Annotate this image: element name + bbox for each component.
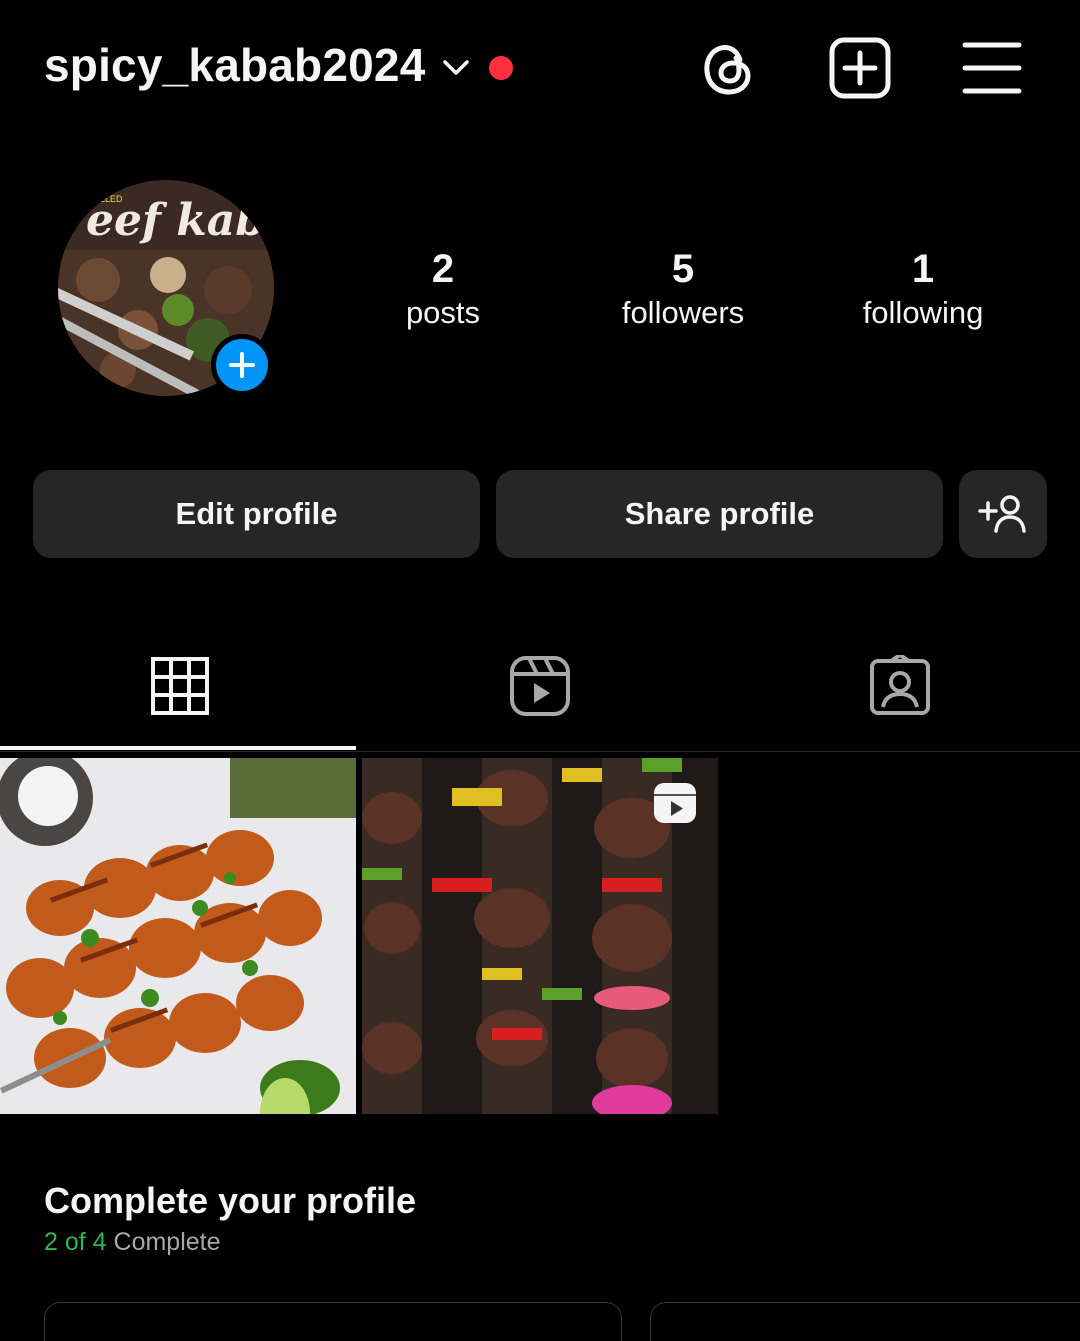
complete-profile-progress: 2 of 4 bbox=[44, 1228, 107, 1256]
menu-icon[interactable] bbox=[960, 36, 1024, 100]
reel-thumbnail[interactable] bbox=[362, 758, 718, 1114]
following-count: 1 bbox=[911, 247, 935, 291]
posts-label: posts bbox=[405, 295, 481, 330]
chicken-skewers-image bbox=[0, 758, 356, 1114]
avatar-badge-text: LLED bbox=[100, 194, 123, 204]
username[interactable]: spicy_kabab2024 bbox=[44, 38, 426, 92]
tab-posts-grid[interactable] bbox=[0, 630, 360, 752]
selected-tab-indicator bbox=[0, 746, 356, 750]
complete-profile-status: Complete bbox=[113, 1228, 221, 1256]
profile-task-card[interactable] bbox=[650, 1302, 1080, 1341]
tab-reels[interactable] bbox=[360, 630, 720, 752]
add-story-button[interactable] bbox=[211, 334, 273, 396]
following-label: following bbox=[862, 295, 984, 330]
followers-label: followers bbox=[621, 295, 745, 330]
share-profile-button[interactable]: Share profile bbox=[496, 470, 943, 558]
followers-count: 5 bbox=[671, 247, 695, 291]
following-stat[interactable]: 1 following bbox=[813, 246, 1033, 334]
chevron-down-icon[interactable] bbox=[440, 54, 472, 82]
new-post-icon[interactable] bbox=[828, 36, 892, 100]
complete-profile-title: Complete your profile bbox=[44, 1180, 417, 1221]
profile-tabs bbox=[0, 630, 1080, 752]
posts-count: 2 bbox=[431, 247, 455, 291]
post-thumbnail[interactable] bbox=[0, 758, 356, 1114]
discover-people-button[interactable] bbox=[959, 470, 1047, 558]
posts-stat[interactable]: 2 posts bbox=[333, 246, 553, 334]
complete-profile-subtitle: 2 of 4 Complete bbox=[44, 1228, 221, 1257]
tab-tagged[interactable] bbox=[720, 630, 1080, 752]
grid-icon bbox=[151, 657, 209, 715]
add-person-icon bbox=[978, 495, 1026, 533]
plus-icon bbox=[229, 352, 255, 378]
notification-dot bbox=[489, 56, 513, 80]
reel-badge-icon bbox=[654, 783, 696, 823]
edit-profile-button[interactable]: Edit profile bbox=[33, 470, 480, 558]
followers-stat[interactable]: 5 followers bbox=[573, 246, 793, 334]
profile-task-card[interactable] bbox=[44, 1302, 622, 1341]
threads-icon[interactable] bbox=[696, 36, 760, 100]
reels-icon bbox=[510, 656, 570, 716]
tagged-icon bbox=[870, 655, 930, 715]
profile-header: spicy_kabab2024 bbox=[0, 0, 1080, 140]
